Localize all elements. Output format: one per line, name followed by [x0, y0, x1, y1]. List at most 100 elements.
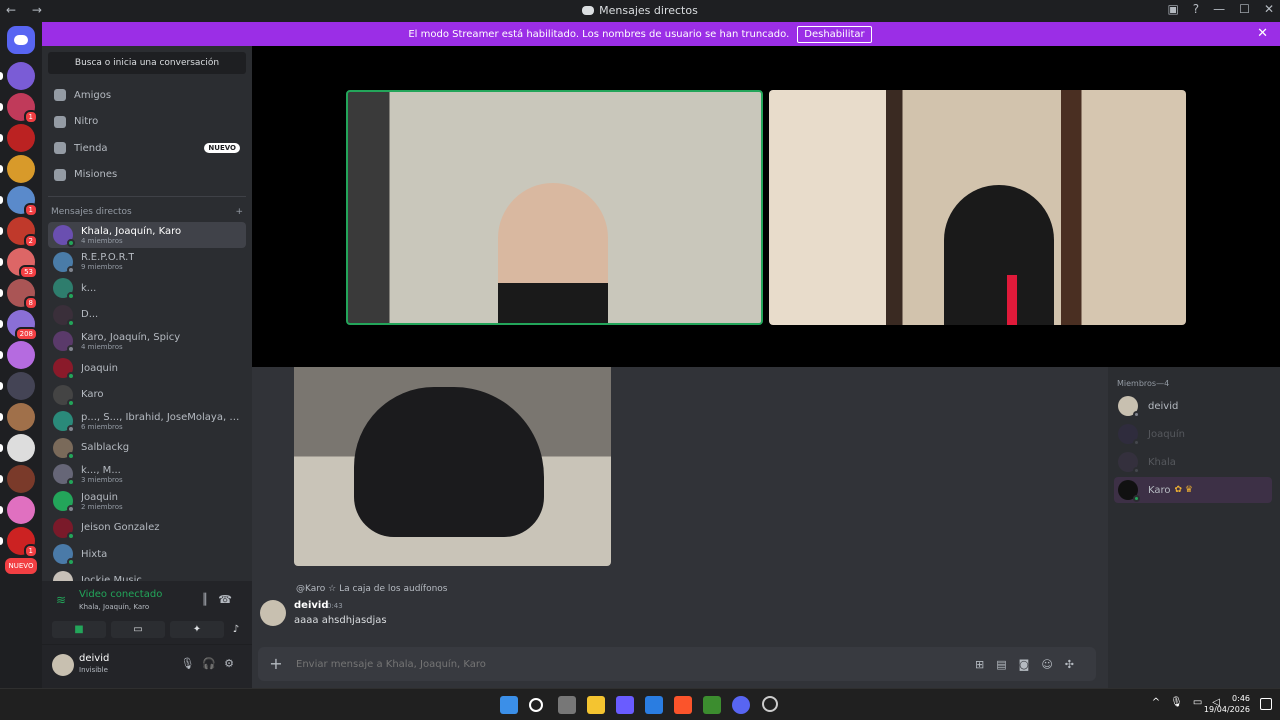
home-button[interactable] [7, 26, 35, 54]
dm-item[interactable]: p..., S..., Ibrahid, JoseMolaya, Jud... 6… [48, 408, 246, 434]
maximize-button[interactable]: ☐ [1239, 2, 1250, 16]
dm-item[interactable]: Hixta [48, 541, 246, 567]
disconnect-icon[interactable]: ☎ [218, 593, 242, 606]
dm-item[interactable]: Salblackg [48, 435, 246, 461]
unread-pip [0, 134, 3, 142]
help-icon[interactable]: ? [1193, 2, 1199, 16]
server-icon[interactable]: 2 [7, 217, 38, 248]
notification-icon[interactable] [1260, 698, 1272, 710]
reply-preview[interactable]: @Karo ☆ La caja de los audífonos [296, 584, 447, 594]
camera-button[interactable]: ■ [52, 621, 106, 638]
search-icon[interactable] [529, 698, 543, 712]
activities-button[interactable]: ✦ [170, 621, 224, 638]
start-icon[interactable] [500, 696, 518, 714]
task-view-icon[interactable] [558, 696, 576, 714]
video-tile[interactable] [769, 90, 1186, 325]
server-icon[interactable]: 53 [7, 248, 38, 279]
brave-icon[interactable] [674, 696, 692, 714]
soundboard-button[interactable]: ♪ [229, 621, 243, 638]
copilot-icon[interactable] [616, 696, 634, 714]
signal-icon[interactable]: ≋ [56, 593, 66, 607]
chevron-up-icon[interactable]: ^ [1152, 697, 1170, 708]
steam-icon[interactable] [762, 696, 778, 712]
headphones-icon[interactable]: 🎧 [202, 657, 224, 670]
member-name: Khala [1148, 456, 1176, 468]
dm-name: Jeison Gonzalez [81, 522, 160, 534]
gif-icon[interactable]: ▤ [996, 658, 1018, 671]
status-dot [1133, 439, 1140, 446]
dm-item[interactable]: Jeison Gonzalez [48, 515, 246, 541]
inbox-icon[interactable]: ▣ [1167, 2, 1178, 16]
server-icon[interactable] [7, 155, 35, 183]
discord-taskbar-icon[interactable] [732, 696, 750, 714]
voice-status[interactable]: Video conectado [79, 589, 162, 600]
gear-icon[interactable]: ⚙ [224, 657, 242, 670]
file-explorer-icon[interactable] [587, 696, 605, 714]
server-icon[interactable] [7, 62, 35, 90]
voice-channel[interactable]: Khala, Joaquín, Karo [79, 603, 149, 611]
noise-suppression-icon[interactable]: ║ [202, 593, 219, 606]
message-input[interactable] [296, 658, 856, 670]
apps-icon[interactable]: ✣ [1065, 658, 1086, 671]
emoji-icon[interactable]: ☺ [1041, 658, 1064, 671]
dm-item[interactable]: Joaquin [48, 355, 246, 381]
new-servers-badge[interactable]: NUEVO [5, 558, 37, 574]
image-attachment[interactable] [294, 367, 611, 566]
nav-friends[interactable]: Amigos [48, 83, 246, 107]
server-icon[interactable] [7, 465, 35, 493]
clock[interactable]: 0:46 19/04/2026 [1204, 693, 1250, 715]
sticker-icon[interactable]: ◙ [1019, 658, 1042, 671]
server-icon[interactable]: 1 [7, 527, 38, 558]
microphone-icon[interactable]: 🎙 [180, 657, 202, 670]
server-icon[interactable]: 1 [7, 93, 38, 124]
user-name[interactable]: deivid [79, 653, 109, 664]
nav-quests[interactable]: Misiones [48, 163, 246, 187]
close-banner-icon[interactable]: ✕ [1257, 26, 1268, 41]
member-item[interactable]: deivid [1114, 393, 1274, 419]
server-icon[interactable] [7, 124, 35, 152]
dm-item[interactable]: Karo, Joaquín, Spicy 4 miembros [48, 328, 246, 354]
minimize-button[interactable]: — [1213, 2, 1225, 16]
close-window-button[interactable]: ✕ [1264, 2, 1274, 16]
server-icon[interactable]: 8 [7, 279, 38, 310]
message-author[interactable]: deivid [294, 600, 328, 611]
server-icon[interactable] [7, 372, 35, 400]
search-conversation-button[interactable]: Busca o inicia una conversación [48, 52, 246, 74]
video-tile-speaking[interactable] [346, 90, 763, 325]
member-item[interactable]: Karo ✿ ♛ [1114, 477, 1272, 503]
store-icon[interactable] [645, 696, 663, 714]
dm-item[interactable]: Joaquin 2 miembros [48, 488, 246, 514]
server-icon[interactable] [7, 496, 35, 524]
server-icon[interactable] [7, 341, 35, 369]
status-dot [1133, 467, 1140, 474]
nav-shop[interactable]: Tienda NUEVO [48, 136, 246, 160]
dm-item[interactable]: k..., M... 3 miembros [48, 461, 246, 487]
server-icon[interactable] [7, 434, 35, 462]
member-item[interactable]: Joaquín [1114, 421, 1274, 447]
server-icon[interactable] [7, 403, 35, 431]
microphone-icon[interactable]: 🎙 [1170, 697, 1193, 708]
server-icon[interactable]: 208 [7, 310, 38, 341]
screenshare-button[interactable]: ▭ [111, 621, 165, 638]
dm-item[interactable]: Karo [48, 382, 246, 408]
dm-item[interactable]: D... [48, 302, 246, 328]
minecraft-icon[interactable] [703, 696, 721, 714]
add-attachment-icon[interactable]: + [268, 656, 284, 672]
user-controls: 🎙🎧⚙ [180, 657, 242, 670]
dm-item[interactable]: R.E.P.O.R.T 9 miembros [48, 249, 246, 275]
add-dm-icon[interactable]: + [235, 207, 243, 217]
nitro-icon [54, 115, 66, 128]
user-status: Invisible [79, 666, 108, 674]
avatar[interactable] [260, 600, 286, 626]
dm-item[interactable]: k... [48, 275, 246, 301]
dm-item[interactable]: Khala, Joaquín, Karo 4 miembros [48, 222, 246, 248]
server-icon[interactable]: 1 [7, 186, 38, 217]
avatar[interactable] [52, 654, 74, 676]
main-area: @Karo ☆ La caja de los audífonos deivid … [252, 46, 1280, 688]
dm-name: Karo [81, 389, 104, 401]
dm-header: Mensajes directos + [51, 207, 243, 217]
disable-streamer-button[interactable]: Deshabilitar [797, 25, 872, 43]
member-item[interactable]: Khala [1114, 449, 1274, 475]
nav-nitro[interactable]: Nitro [48, 110, 246, 134]
gift-icon[interactable]: ⊞ [975, 658, 996, 671]
